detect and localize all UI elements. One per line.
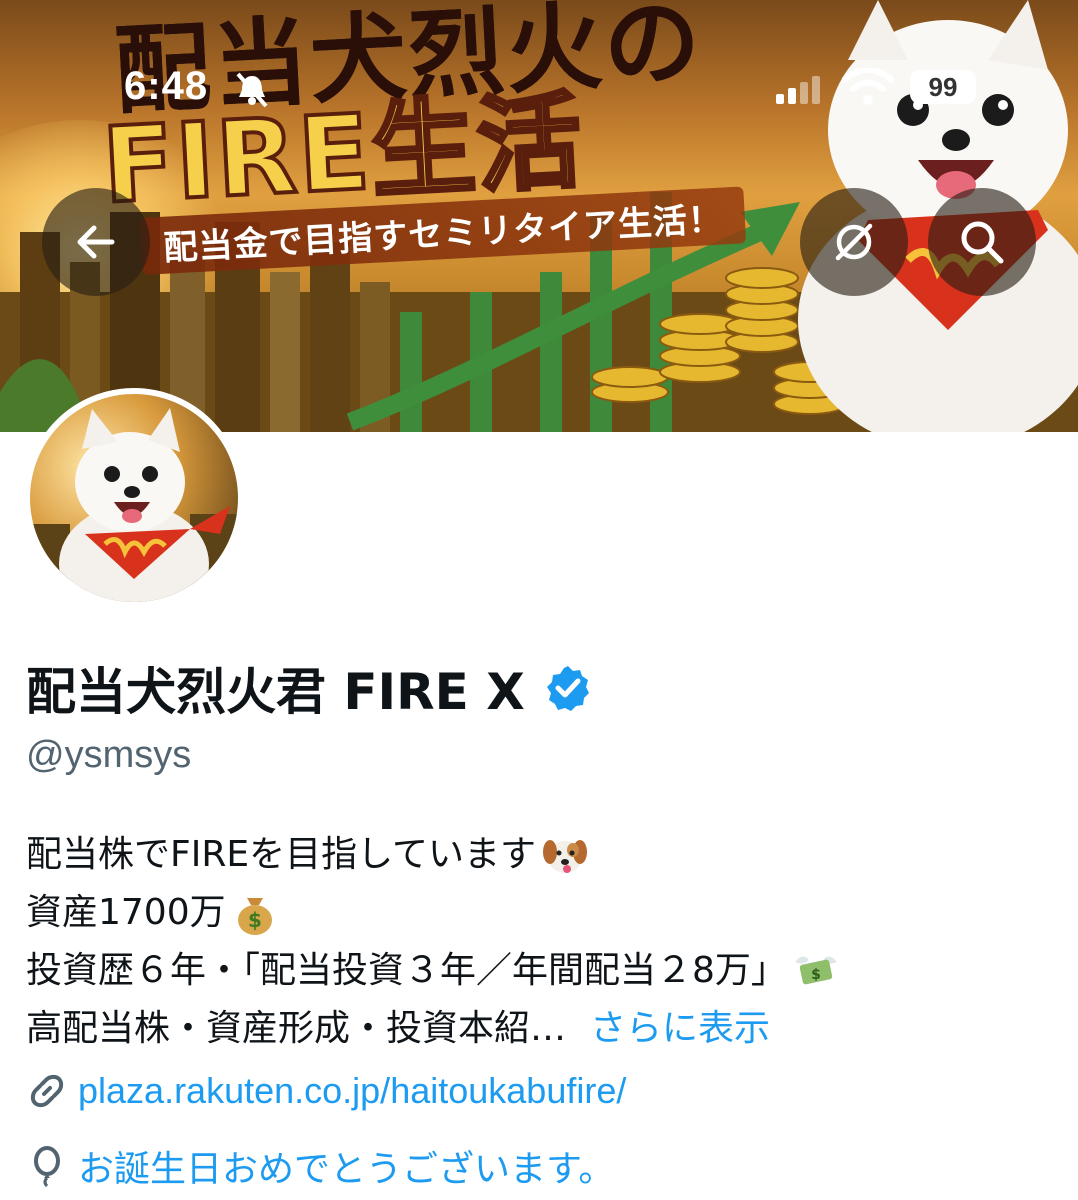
back-arrow-icon — [77, 225, 115, 259]
verified-badge-icon[interactable] — [543, 663, 593, 713]
wifi-icon — [842, 68, 894, 105]
bio-line: 配当株でFIREを目指しています — [26, 826, 1056, 884]
bio-line1-text: 配当株でFIREを目指しています — [26, 834, 537, 875]
profile-display-name: 配当犬烈火君 FIRE X — [26, 652, 593, 724]
profile-bio: 配当株でFIREを目指しています 資産1700万 $ 投資歴６年・「配当投資３年… — [26, 826, 1056, 1058]
battery-icon: 99 — [910, 70, 976, 104]
link-icon — [30, 1074, 64, 1108]
display-name-text: 配当犬烈火君 FIRE X — [26, 663, 525, 721]
translate-off-button[interactable] — [800, 188, 908, 296]
show-more-link[interactable]: さらに表示 — [590, 1000, 770, 1058]
status-time: 6:48 — [124, 64, 209, 108]
bell-off-icon — [236, 72, 268, 108]
bio-line2-text: 資産1700万 — [26, 892, 226, 933]
dog-face-emoji-icon — [543, 840, 588, 873]
balloon-icon — [34, 1146, 60, 1187]
avatar[interactable] — [24, 388, 244, 608]
svg-text:$: $ — [248, 908, 262, 932]
avatar-image — [30, 394, 238, 602]
search-button[interactable] — [928, 188, 1036, 296]
website-link[interactable]: plaza.rakuten.co.jp/haitoukabufire/ — [78, 1070, 626, 1112]
bio-line: 投資歴６年・「配当投資３年／年間配当２8万」 $ — [26, 942, 1056, 1000]
bio-line: 高配当株・資産形成・投資本紹… さらに表示 — [26, 1000, 1056, 1058]
birthday-text[interactable]: お誕生日おめでとうございます。 — [78, 1140, 614, 1192]
money-with-wings-emoji-icon: $ — [794, 956, 837, 985]
search-icon — [961, 221, 1004, 264]
no-sync-icon — [835, 223, 873, 261]
back-button[interactable] — [42, 188, 150, 296]
bio-line3-text: 投資歴６年・「配当投資３年／年間配当２8万」 — [26, 950, 787, 991]
svg-text:$: $ — [811, 967, 821, 983]
profile-handle: @ysmsys — [26, 734, 192, 776]
signal-icon — [776, 76, 820, 104]
bio-line: 資産1700万 $ — [26, 884, 1056, 942]
money-bag-emoji-icon: $ — [237, 898, 272, 935]
website-row: plaza.rakuten.co.jp/haitoukabufire/ — [26, 1070, 626, 1112]
birthday-row: お誕生日おめでとうございます。 — [26, 1140, 614, 1192]
bio-line4-text: 高配当株・資産形成・投資本紹… — [26, 1008, 567, 1049]
